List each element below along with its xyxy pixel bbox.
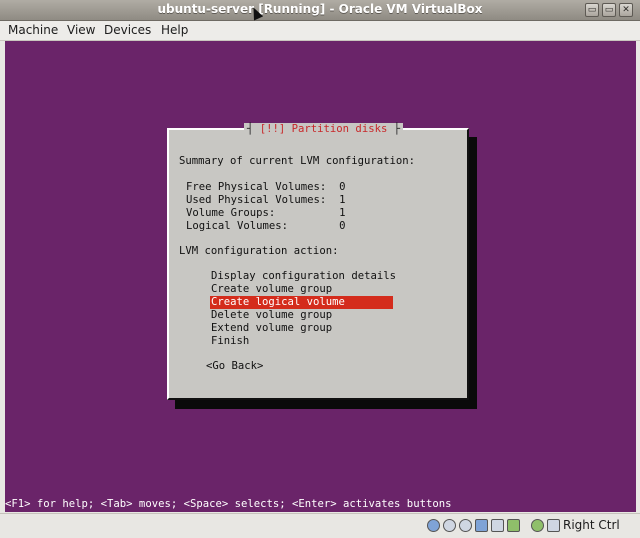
console-help-line: <F1> for help; <Tab> moves; <Space> sele… [5, 498, 636, 512]
shared-folders-icon[interactable] [475, 519, 488, 532]
usb-icon[interactable] [459, 519, 472, 532]
dialog-title: [!!] Partition disks [244, 123, 404, 136]
summary-logical-volumes: Logical Volumes: 0 [186, 220, 346, 232]
host-key-label: Right Ctrl [563, 518, 620, 532]
virtualization-icon [531, 519, 544, 532]
summary-volume-groups: Volume Groups: 1 [186, 207, 346, 219]
action-display-config[interactable]: Display configuration details [211, 270, 396, 283]
menubar: Machine View Devices Help [0, 21, 640, 41]
action-heading: LVM configuration action: [179, 245, 339, 257]
action-create-lv[interactable]: Create logical volume [210, 296, 393, 309]
window-title: ubuntu-server [Running] - Oracle VM Virt… [157, 2, 483, 16]
mouse-integration-icon[interactable] [547, 519, 560, 532]
statusbar: Right Ctrl [0, 513, 640, 538]
optical-drive-icon[interactable] [443, 519, 456, 532]
action-finish[interactable]: Finish [211, 335, 249, 348]
minimize-button[interactable]: ▭ [585, 3, 599, 17]
menu-machine[interactable]: Machine [8, 23, 58, 37]
menu-devices[interactable]: Devices [104, 23, 151, 37]
action-delete-vg[interactable]: Delete volume group [211, 309, 332, 322]
summary-used-pv: Used Physical Volumes: 1 [186, 194, 346, 206]
partition-disks-dialog: [!!] Partition disks Summary of current … [167, 123, 469, 400]
action-create-vg[interactable]: Create volume group [211, 283, 332, 296]
close-button[interactable]: ✕ [619, 3, 633, 17]
hard-disk-icon[interactable] [427, 519, 440, 532]
action-extend-vg[interactable]: Extend volume group [211, 322, 332, 335]
go-back-button[interactable]: <Go Back> [206, 360, 263, 373]
summary-heading: Summary of current LVM configuration: [179, 155, 415, 167]
network-icon[interactable] [491, 519, 504, 532]
menu-help[interactable]: Help [161, 23, 188, 37]
display-icon[interactable] [507, 519, 520, 532]
vm-console-screen[interactable]: [!!] Partition disks Summary of current … [5, 41, 636, 512]
summary-free-pv: Free Physical Volumes: 0 [186, 181, 346, 193]
maximize-button[interactable]: ▭ [602, 3, 616, 17]
window-titlebar[interactable]: ubuntu-server [Running] - Oracle VM Virt… [0, 0, 640, 21]
menu-view[interactable]: View [67, 23, 95, 37]
